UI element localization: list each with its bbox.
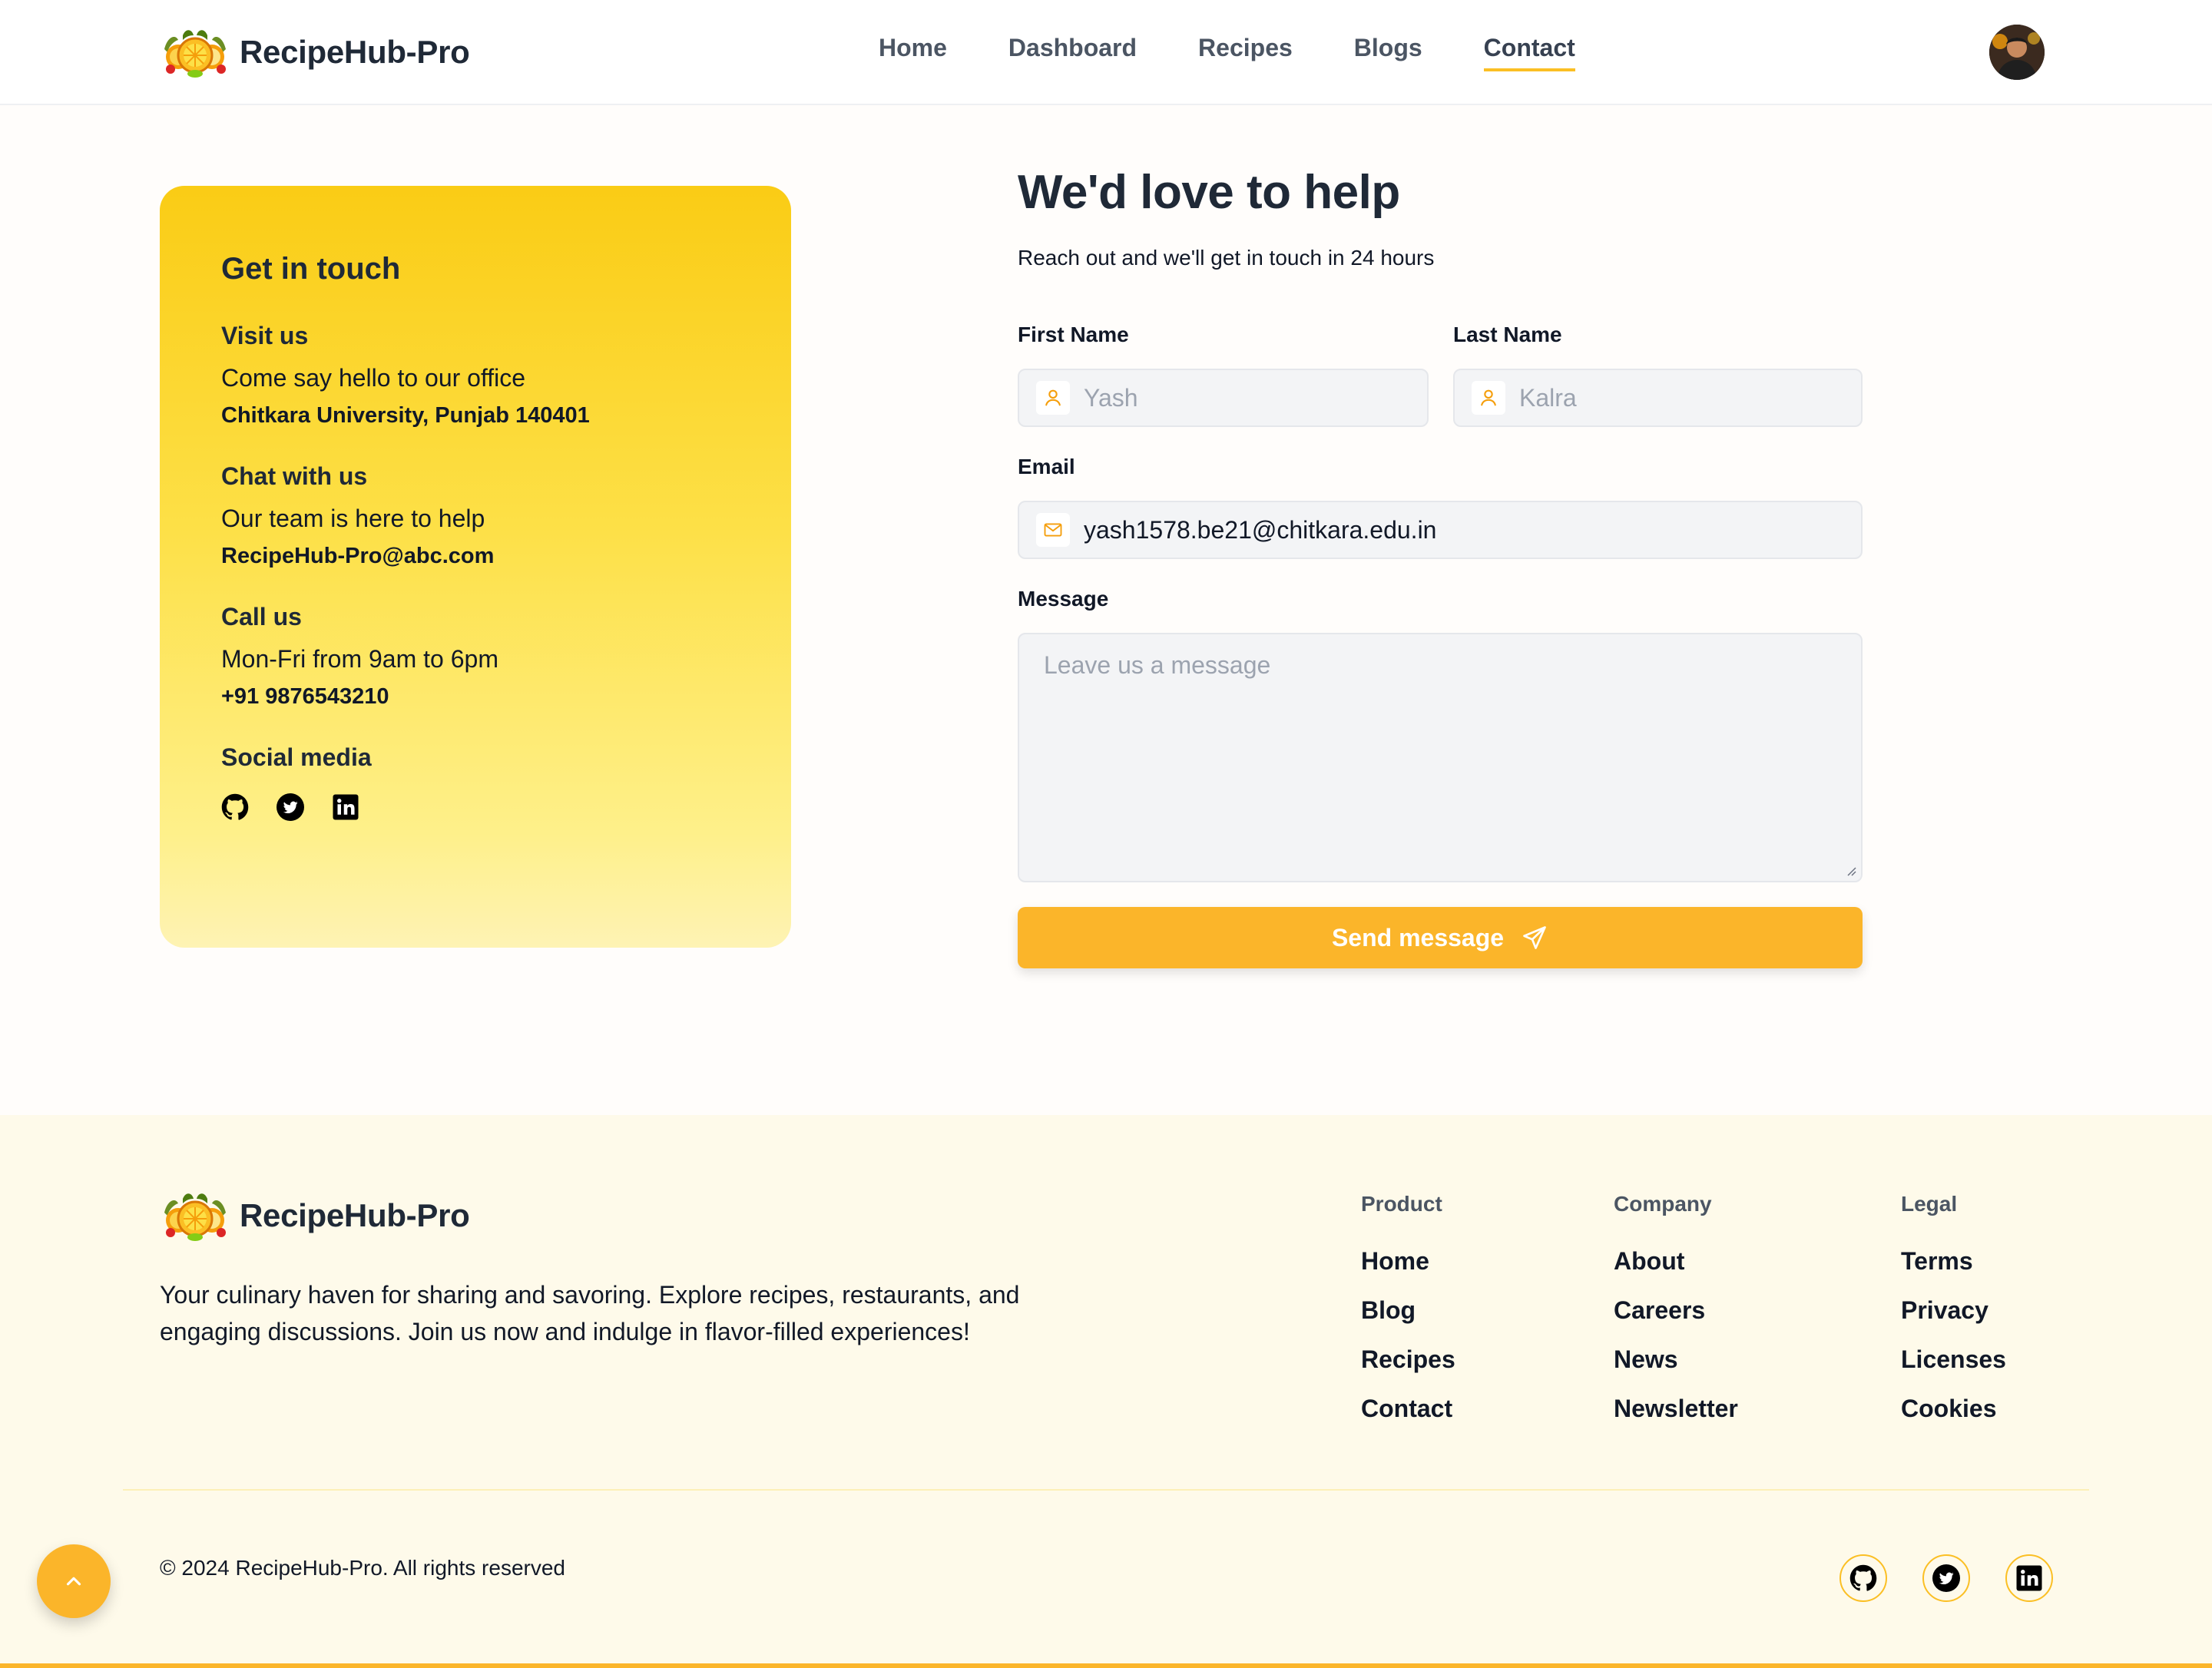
footer-link-terms[interactable]: Terms [1901, 1247, 2006, 1276]
linkedin-icon [2015, 1564, 2043, 1592]
footer-brand[interactable]: RecipeHub-Pro [160, 1190, 470, 1242]
footer-link-contact[interactable]: Contact [1361, 1395, 1455, 1424]
footer-twitter-button[interactable] [1922, 1554, 1970, 1602]
brand[interactable]: RecipeHub-Pro [160, 26, 470, 78]
footer-col-heading: Legal [1901, 1192, 1958, 1216]
send-message-label: Send message [1331, 923, 1505, 951]
footer-divider [123, 1489, 2089, 1491]
visit-address: Chitkara University, Punjab 140401 [221, 403, 590, 428]
footer-col-product: Product Home Blog Recipes Contact [1361, 1192, 1455, 1444]
email-field[interactable]: yash1578.be21@chitkara.edu.in [1018, 501, 1863, 559]
footer: RecipeHub-Pro Your culinary haven for sh… [0, 1115, 2212, 1668]
email-value: yash1578.be21@chitkara.edu.in [1084, 515, 1437, 544]
footer-link-careers[interactable]: Careers [1614, 1296, 1738, 1325]
first-name-field[interactable]: Yash [1018, 369, 1429, 427]
footer-description: Your culinary haven for sharing and savo… [160, 1281, 1020, 1345]
main-nav: Home Dashboard Recipes Blogs Contact [879, 34, 1637, 71]
footer-link-about[interactable]: About [1614, 1247, 1738, 1276]
last-name-field[interactable]: Kalra [1453, 369, 1863, 427]
top-navbar: RecipeHub-Pro Home Dashboard Recipes Blo… [0, 0, 2212, 105]
chat-text: Our team is here to help [221, 505, 485, 532]
footer-col-heading: Product [1361, 1192, 1442, 1216]
footer-col-legal: Legal Terms Privacy Licenses Cookies [1901, 1192, 2006, 1444]
brand-name: RecipeHub-Pro [240, 34, 470, 70]
nav-contact[interactable]: Contact [1483, 34, 1575, 71]
message-field[interactable]: Leave us a message [1018, 633, 1863, 882]
footer-link-newsletter[interactable]: Newsletter [1614, 1395, 1738, 1424]
logo-icon [160, 1190, 230, 1242]
mail-icon [1036, 513, 1070, 547]
nav-recipes[interactable]: Recipes [1198, 34, 1293, 71]
resize-grip-icon[interactable] [1846, 865, 1856, 876]
chat-heading: Chat with us [221, 462, 368, 490]
form-fields: First Name Last Name Yash Kalra Email ya… [1018, 323, 1863, 1137]
message-placeholder: Leave us a message [1044, 651, 1271, 679]
footer-link-recipes[interactable]: Recipes [1361, 1345, 1455, 1375]
scroll-to-top-button[interactable] [37, 1544, 111, 1618]
email-label: Email [1018, 455, 1075, 478]
footer-link-news[interactable]: News [1614, 1345, 1738, 1375]
footer-link-home[interactable]: Home [1361, 1247, 1455, 1276]
send-message-button[interactable]: Send message [1018, 907, 1863, 968]
last-name-placeholder: Kalra [1519, 383, 1577, 412]
first-name-placeholder: Yash [1084, 383, 1138, 412]
chat-email[interactable]: RecipeHub-Pro@abc.com [221, 544, 730, 569]
last-name-label: Last Name [1453, 323, 1562, 346]
call-phone[interactable]: +91 9876543210 [221, 684, 730, 710]
github-icon [1849, 1564, 1877, 1592]
footer-brand-name: RecipeHub-Pro [240, 1197, 470, 1233]
footer-link-privacy[interactable]: Privacy [1901, 1296, 2006, 1325]
copyright: © 2024 RecipeHub-Pro. All rights reserve… [160, 1556, 565, 1580]
nav-blogs[interactable]: Blogs [1354, 34, 1422, 71]
message-label: Message [1018, 587, 1109, 611]
footer-link-licenses[interactable]: Licenses [1901, 1345, 2006, 1375]
avatar-image [1989, 25, 2045, 80]
social-icons-row [221, 793, 730, 821]
info-title: Get in touch [221, 252, 401, 286]
user-icon [1472, 381, 1505, 415]
avatar[interactable] [1989, 25, 2045, 80]
footer-github-button[interactable] [1839, 1554, 1887, 1602]
footer-link-blog[interactable]: Blog [1361, 1296, 1455, 1325]
send-icon [1523, 926, 1546, 949]
call-block: Call us Mon-Fri from 9am to 6pm +91 9876… [221, 603, 730, 710]
footer-link-cookies[interactable]: Cookies [1901, 1395, 2006, 1424]
call-heading: Call us [221, 603, 302, 630]
twitter-icon[interactable] [276, 793, 304, 821]
first-name-label: First Name [1018, 323, 1129, 346]
form-subtitle: Reach out and we'll get in touch in 24 h… [1018, 246, 1435, 270]
social-block: Social media [221, 743, 730, 821]
visit-text: Come say hello to our office [221, 364, 526, 392]
chevron-up-icon [66, 1577, 81, 1586]
form-title: We'd love to help [1018, 166, 1400, 219]
nav-dashboard[interactable]: Dashboard [1008, 34, 1137, 71]
footer-col-heading: Company [1614, 1192, 1712, 1216]
social-heading: Social media [221, 743, 372, 771]
user-icon [1036, 381, 1070, 415]
contact-info-card: Get in touch Visit us Come say hello to … [160, 186, 791, 948]
nav-home[interactable]: Home [879, 34, 947, 71]
chat-block: Chat with us Our team is here to help Re… [221, 462, 730, 569]
footer-linkedin-button[interactable] [2005, 1554, 2053, 1602]
twitter-icon [1932, 1564, 1960, 1592]
linkedin-icon[interactable] [332, 793, 359, 821]
call-text: Mon-Fri from 9am to 6pm [221, 645, 498, 673]
visit-block: Visit us Come say hello to our office Ch… [221, 322, 730, 429]
footer-bottom-bar [0, 1663, 2212, 1668]
github-icon[interactable] [221, 793, 249, 821]
logo-icon [160, 26, 230, 78]
footer-col-company: Company About Careers News Newsletter [1614, 1192, 1738, 1444]
visit-heading: Visit us [221, 322, 309, 349]
